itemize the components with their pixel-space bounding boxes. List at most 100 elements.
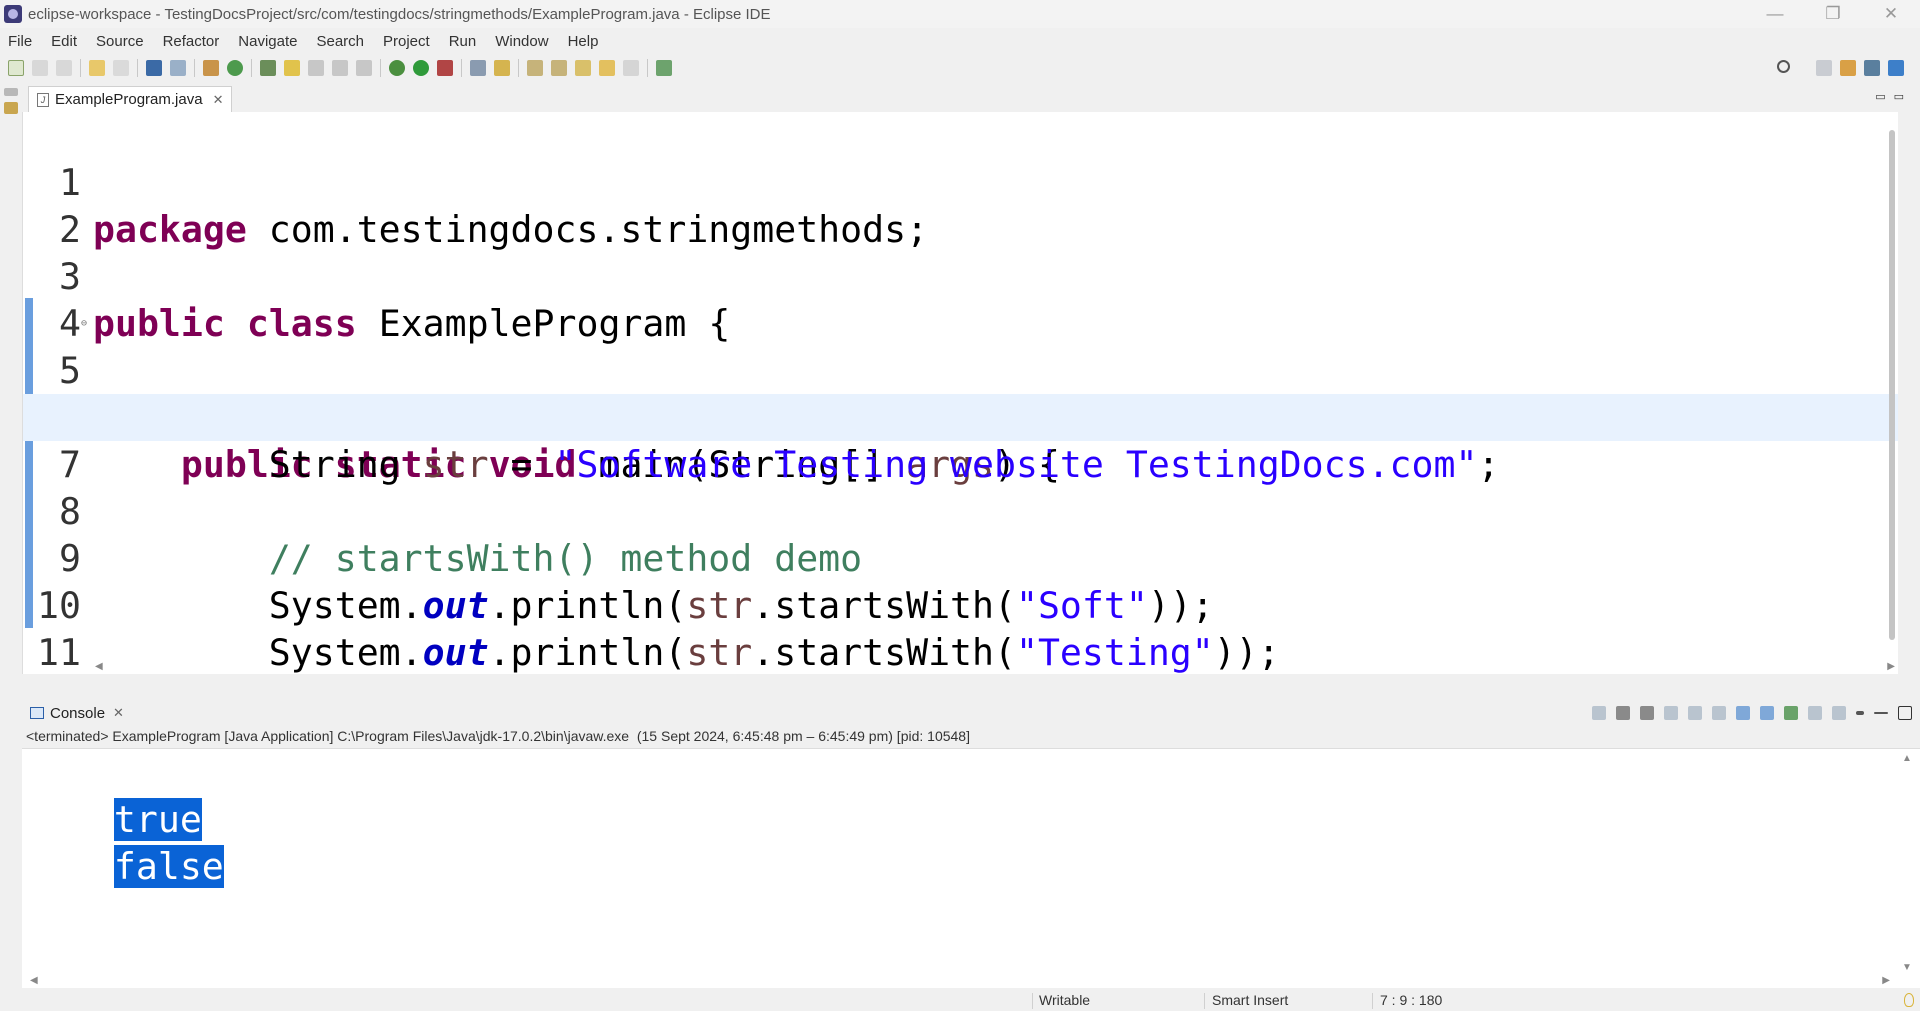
console-horizontal-scrollbar[interactable]: ◀ ▶: [30, 972, 1890, 988]
editor-min-max[interactable]: ▭▭: [1875, 90, 1912, 103]
clear-console-icon[interactable]: [1664, 706, 1678, 720]
current-code-line[interactable]: 7: [23, 394, 1898, 486]
console-output-line[interactable]: false: [26, 796, 224, 888]
menu-window[interactable]: Window: [495, 33, 548, 50]
scrollbar-thumb[interactable]: [1889, 130, 1895, 640]
forward-icon[interactable]: [623, 60, 639, 76]
code-line[interactable]: 2: [23, 159, 1898, 251]
block-selection-icon[interactable]: [332, 60, 348, 76]
debug-perspective-icon[interactable]: [1864, 60, 1880, 76]
console-output[interactable]: true false ▲ ▼ ◀ ▶: [22, 748, 1920, 988]
console-output-line[interactable]: true: [26, 749, 202, 841]
close-icon[interactable]: ✕: [213, 92, 224, 108]
show-whitespace-icon[interactable]: [356, 60, 372, 76]
window-controls: — ❐ ✕: [1746, 0, 1920, 28]
pin-editor-icon[interactable]: [656, 60, 672, 76]
remove-launch-icon[interactable]: [1616, 706, 1630, 720]
restore-view-icon[interactable]: [4, 88, 18, 96]
search-tool-icon[interactable]: [494, 60, 510, 76]
word-wrap-icon[interactable]: [308, 60, 324, 76]
title-bar: eclipse-workspace - TestingDocsProject/s…: [0, 0, 1920, 28]
skip-breakpoints-icon[interactable]: [170, 60, 186, 76]
minimize-button[interactable]: —: [1746, 0, 1804, 28]
toolbar-right: [1777, 60, 1912, 76]
scroll-left-icon[interactable]: ◀: [30, 975, 38, 986]
code-line[interactable]: 3 public class ExampleProgram {: [23, 206, 1898, 345]
status-cursor-position[interactable]: 7 : 9 : 180: [1380, 992, 1442, 1008]
open-perspective-icon[interactable]: [1816, 60, 1832, 76]
menu-navigate[interactable]: Navigate: [238, 33, 297, 50]
show-on-stdout-icon[interactable]: [1736, 706, 1750, 720]
mark-occurrences-icon[interactable]: [284, 60, 300, 76]
open-task-icon[interactable]: [470, 60, 486, 76]
java-perspective-icon[interactable]: [1888, 60, 1904, 76]
terminate-icon[interactable]: [1592, 706, 1606, 720]
lightbulb-icon[interactable]: [1904, 993, 1914, 1007]
code-line[interactable]: 4: [23, 253, 1898, 345]
scroll-lock-icon[interactable]: [1688, 706, 1702, 720]
package-explorer-icon[interactable]: [4, 102, 18, 114]
menu-search[interactable]: Search: [316, 33, 364, 50]
maximize-view-icon[interactable]: [1898, 706, 1912, 720]
selected-output-text: false: [113, 845, 224, 888]
console-vertical-scrollbar[interactable]: ▲ ▼: [1902, 753, 1914, 973]
scroll-left-icon[interactable]: ◀: [95, 661, 103, 672]
code-editor[interactable]: 1 package com.testingdocs.stringmethods;…: [22, 112, 1898, 674]
terminal-icon[interactable]: [146, 60, 162, 76]
view-menu-icon[interactable]: [1856, 711, 1864, 715]
tab-example-program[interactable]: J ExampleProgram.java ✕: [28, 86, 233, 112]
code-line[interactable]: 5 ⊖ public static void main(String[] arg…: [23, 300, 1898, 486]
menu-file[interactable]: File: [8, 33, 32, 50]
show-on-stderr-icon[interactable]: [1760, 706, 1774, 720]
status-insert-mode[interactable]: Smart Insert: [1212, 992, 1288, 1008]
redo-icon[interactable]: [113, 60, 129, 76]
java-ee-perspective-icon[interactable]: [1840, 60, 1856, 76]
debug-icon[interactable]: [389, 60, 405, 76]
menu-run[interactable]: Run: [449, 33, 477, 50]
code-line[interactable]: 1 package com.testingdocs.stringmethods;: [23, 112, 1898, 251]
restore-button[interactable]: ❐: [1804, 0, 1862, 28]
display-console-icon[interactable]: [1808, 706, 1822, 720]
scroll-down-icon[interactable]: ▼: [1902, 962, 1912, 973]
undo-icon[interactable]: [89, 60, 105, 76]
code-line[interactable]: 8 // startsWith() method demo: [23, 441, 1898, 580]
search-icon[interactable]: [1777, 60, 1790, 73]
code-line[interactable]: 6 String str = "Software Testing website…: [23, 347, 1898, 486]
scroll-right-icon[interactable]: ▶: [1882, 975, 1890, 986]
open-type-icon[interactable]: [260, 60, 276, 76]
previous-annotation-icon[interactable]: [551, 60, 567, 76]
menu-refactor[interactable]: Refactor: [163, 33, 220, 50]
menu-project[interactable]: Project: [383, 33, 430, 50]
coverage-icon[interactable]: [437, 60, 453, 76]
remove-all-launches-icon[interactable]: [1640, 706, 1654, 720]
new-icon[interactable]: [8, 60, 24, 76]
close-icon[interactable]: ✕: [113, 705, 124, 721]
menu-help[interactable]: Help: [568, 33, 599, 50]
scroll-up-icon[interactable]: ▲: [1902, 753, 1912, 764]
menu-edit[interactable]: Edit: [51, 33, 77, 50]
last-edit-location-icon[interactable]: [575, 60, 591, 76]
code-line[interactable]: 9 System.out.println(str.startsWith("Sof…: [23, 488, 1898, 627]
pin-console-icon[interactable]: [1784, 706, 1798, 720]
fold-toggle-icon[interactable]: ⊖: [81, 300, 87, 347]
open-console-icon[interactable]: [1832, 706, 1846, 720]
editor-horizontal-scrollbar[interactable]: ◀ ▶: [95, 658, 1895, 674]
scroll-right-icon[interactable]: ▶: [1887, 661, 1895, 672]
back-icon[interactable]: [599, 60, 615, 76]
run-icon[interactable]: [413, 60, 429, 76]
code-line[interactable]: 11 }: [23, 582, 1898, 674]
save-icon[interactable]: [32, 60, 48, 76]
new-java-class-icon[interactable]: [227, 60, 243, 76]
word-wrap-icon[interactable]: [1712, 706, 1726, 720]
minimize-view-icon[interactable]: [1874, 712, 1888, 714]
editor-vertical-scrollbar[interactable]: [1886, 130, 1898, 650]
code-line[interactable]: 10 System.out.println(str.startsWith("Te…: [23, 535, 1898, 674]
next-annotation-icon[interactable]: [527, 60, 543, 76]
new-java-package-icon[interactable]: [203, 60, 219, 76]
save-all-icon[interactable]: [56, 60, 72, 76]
menu-source[interactable]: Source: [96, 33, 144, 50]
tab-console[interactable]: Console ✕: [30, 705, 124, 722]
close-button[interactable]: ✕: [1862, 0, 1920, 28]
toolbar-separator: [647, 59, 648, 77]
left-view-strip: [0, 82, 22, 682]
